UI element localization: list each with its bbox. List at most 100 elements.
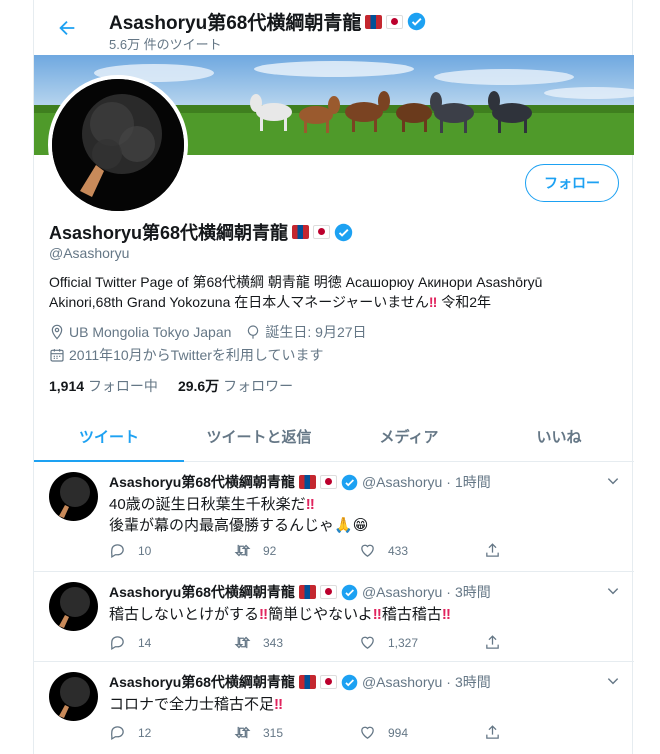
reply-button[interactable]: 14 — [109, 634, 234, 651]
tweet-text-content: 40歳の誕生日秋葉生千秋楽だ — [109, 496, 306, 513]
tweet-avatar[interactable] — [49, 582, 98, 631]
caret-down-icon[interactable] — [606, 474, 620, 488]
tweet-text-line: 40歳の誕生日秋葉生千秋楽だ‼ — [109, 494, 368, 515]
profile-location: UB Mongolia Tokyo Japan — [69, 324, 232, 340]
share-icon — [486, 635, 499, 649]
tweet-timestamp[interactable]: 3時間 — [455, 582, 491, 602]
like-count: 994 — [388, 725, 409, 740]
follow-button[interactable]: フォロー — [525, 164, 619, 202]
like-button[interactable]: 1,327 — [359, 634, 484, 651]
following-stat[interactable]: 1,914 フォロー中 — [49, 376, 158, 396]
tab-tweets-and-replies[interactable]: ツイートと返信 — [184, 412, 334, 461]
tweet-text: 40歳の誕生日秋葉生千秋楽だ‼ 後輩が幕の内最高優勝するんじゃ🙏😁 — [109, 494, 368, 536]
retweet-icon — [234, 636, 251, 649]
profile-handle: @Asashoryu — [49, 245, 130, 261]
tweet-author-name[interactable]: Asashoryu第68代横綱朝青龍 — [109, 472, 295, 492]
profile-name: Asashoryu第68代横綱朝青龍 — [49, 219, 353, 245]
like-button[interactable]: 994 — [359, 724, 484, 741]
tweet-timestamp[interactable]: 1時間 — [455, 472, 491, 492]
profile-joined: 2011年10月からTwitterを利用しています — [69, 347, 324, 363]
reply-button[interactable]: 10 — [109, 542, 234, 559]
tab-likes[interactable]: いいね — [484, 412, 634, 461]
mongolia-flag-icon — [298, 475, 316, 489]
verified-icon — [334, 223, 353, 241]
header-title-text: Asashoryu第68代横綱朝青龍 — [109, 13, 362, 34]
tweet-header: Asashoryu第68代横綱朝青龍 @Asashoryu · 1時間 — [109, 472, 491, 492]
like-icon — [361, 636, 374, 649]
double-exclamation-emoji: ‼ — [274, 696, 284, 713]
verified-icon — [341, 584, 358, 600]
tweet[interactable]: Asashoryu第68代横綱朝青龍 @Asashoryu · 3時間 コロナで… — [34, 662, 634, 754]
tab-tweets[interactable]: ツイート — [34, 412, 184, 462]
share-button[interactable] — [484, 542, 609, 559]
bio-line-2-text: Akinori,68th Grand Yokozuna 在日本人マネージャーいま… — [49, 294, 429, 310]
following-count: 1,914 — [49, 378, 85, 394]
verified-icon — [341, 474, 358, 490]
tweet-text-content: 後輩が幕の内最高優勝するんじゃ — [109, 517, 335, 534]
profile-birthday: 誕生日: 9月27日 — [265, 324, 367, 340]
followers-stat[interactable]: 29.6万 フォロワー — [178, 376, 293, 396]
mongolia-flag-icon — [365, 14, 383, 29]
calendar-icon — [50, 349, 64, 362]
japan-flag-icon — [319, 475, 337, 489]
tweet[interactable]: Asashoryu第68代横綱朝青龍 @Asashoryu · 1時間 40歳の… — [34, 462, 634, 572]
tweet-author-name[interactable]: Asashoryu第68代横綱朝青龍 — [109, 582, 295, 602]
tweet-avatar[interactable] — [49, 472, 98, 521]
reply-button[interactable]: 12 — [109, 724, 234, 741]
emoji-pray-grin: 🙏😁 — [334, 517, 369, 534]
avatar-image — [52, 79, 184, 211]
caret-down-icon[interactable] — [606, 584, 620, 598]
profile-tabs: ツイート ツイートと返信 メディア いいね — [34, 412, 634, 462]
retweet-button[interactable]: 343 — [234, 634, 359, 651]
japan-flag-icon — [319, 675, 337, 689]
back-arrow-icon[interactable] — [56, 17, 78, 39]
tweet-text-content: 稽古しないとけがする — [109, 606, 260, 623]
tweet-timestamp[interactable]: 3時間 — [455, 672, 491, 692]
tab-media[interactable]: メディア — [334, 412, 484, 461]
mongolia-flag-icon — [298, 675, 316, 689]
reply-count: 10 — [138, 543, 152, 558]
retweet-button[interactable]: 92 — [234, 542, 359, 559]
header-title: Asashoryu第68代横綱朝青龍 — [109, 8, 426, 35]
tweet-header: Asashoryu第68代横綱朝青龍 @Asashoryu · 3時間 — [109, 672, 491, 692]
japan-flag-icon — [319, 585, 337, 599]
location-icon — [51, 324, 63, 340]
share-button[interactable] — [484, 724, 609, 741]
tweet-avatar[interactable] — [49, 672, 98, 721]
retweet-count: 92 — [263, 543, 277, 558]
profile-avatar[interactable] — [48, 75, 188, 215]
top-header: Asashoryu第68代横綱朝青龍 5.6万 件のツイート — [34, 0, 634, 55]
tweet-author-handle[interactable]: @Asashoryu — [362, 474, 442, 490]
profile-name-text: Asashoryu第68代横綱朝青龍 — [49, 223, 289, 243]
bio-line-2-end: 令和2年 — [437, 294, 491, 310]
like-count: 1,327 — [388, 635, 419, 650]
profile-stats: 1,914 フォロー中 29.6万 フォロワー — [49, 376, 293, 396]
profile-column: Asashoryu第68代横綱朝青龍 5.6万 件のツイート フォロー Asas… — [33, 0, 634, 754]
tweet-author-name[interactable]: Asashoryu第68代横綱朝青龍 — [109, 672, 295, 692]
like-icon — [361, 726, 374, 739]
retweet-button[interactable]: 315 — [234, 724, 359, 741]
tweet-author-handle[interactable]: @Asashoryu — [362, 584, 442, 600]
tweet-actions: 10 92 433 — [109, 542, 609, 559]
reply-count: 14 — [138, 635, 152, 650]
profile-joined-row: 2011年10月からTwitterを利用しています — [49, 345, 324, 365]
followers-count: 29.6万 — [177, 378, 220, 394]
tweet-actions: 12 315 994 — [109, 724, 609, 741]
verified-icon — [341, 674, 358, 690]
retweet-count: 343 — [263, 635, 284, 650]
followers-label: フォロワー — [223, 378, 294, 394]
reply-icon — [111, 544, 124, 559]
following-label: フォロー中 — [87, 378, 158, 394]
tweet[interactable]: Asashoryu第68代横綱朝青龍 @Asashoryu · 3時間 稽古しな… — [34, 572, 634, 662]
retweet-icon — [234, 544, 251, 557]
japan-flag-icon — [313, 225, 331, 239]
header-tweet-count: 5.6万 件のツイート — [109, 37, 222, 52]
double-exclamation-emoji: ‼ — [305, 496, 315, 513]
share-button[interactable] — [484, 634, 609, 651]
double-exclamation-emoji: ‼ — [259, 606, 269, 623]
tweet-author-handle[interactable]: @Asashoryu — [362, 674, 442, 690]
caret-down-icon[interactable] — [606, 674, 620, 688]
like-button[interactable]: 433 — [359, 542, 484, 559]
share-icon — [486, 543, 499, 557]
tweet-separator: · — [446, 474, 451, 490]
